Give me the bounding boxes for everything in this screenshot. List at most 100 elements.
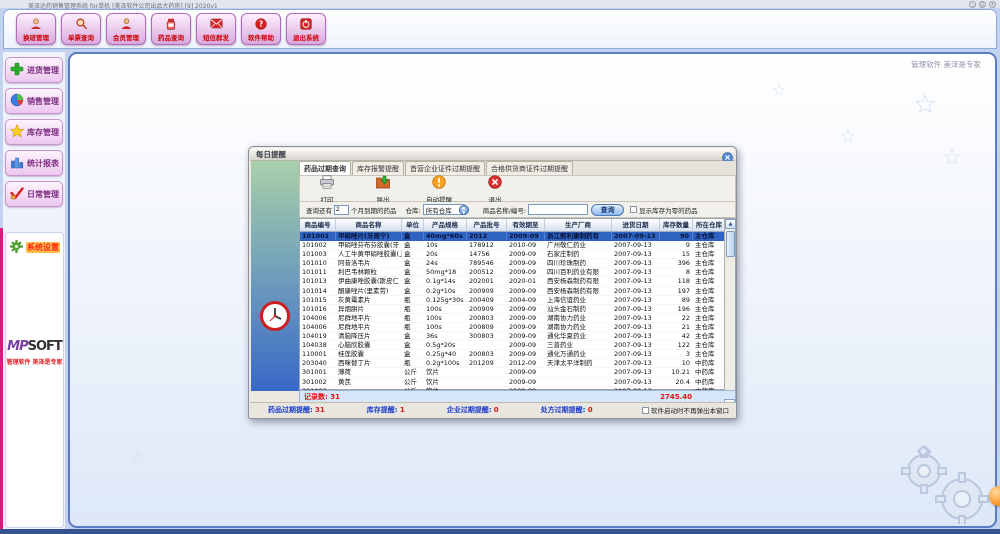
- tab-drug-expiry-query[interactable]: 药品过期查询: [299, 161, 351, 175]
- main-toolbar: 换班管理 单票查询 会员管理 药品查询 短信群发: [3, 9, 997, 49]
- dialog-status-bar: 药品过期提醒: 31 库存提醒: 1 企业过期提醒: 0 处方过期提醒: 0 软…: [250, 402, 735, 417]
- export-button[interactable]: 导出: [366, 174, 400, 204]
- zero-stock-checkbox[interactable]: [630, 206, 637, 213]
- stock-sum: 2745.40: [628, 393, 692, 401]
- print-button[interactable]: 打印: [310, 174, 344, 204]
- star-decoration: [130, 450, 146, 466]
- dialog-content: 药品过期查询 库存报警提醒 首营企业证件过期提醒 合格供货商证件过期提醒 打印 …: [299, 161, 736, 404]
- table-row[interactable]: 101013 伊曲康唑胶囊(斯皮仁 盒 0.1g*14s 202001 2020…: [300, 277, 725, 286]
- column-header[interactable]: 产品规格: [424, 219, 467, 231]
- dialog-side-strip: [251, 161, 299, 391]
- status-item: 库存提醒: 1: [367, 405, 405, 415]
- sidebar-item-label: 日常管理: [27, 189, 59, 200]
- table-row[interactable]: 104006 尼群地平片 瓶 100s 200809 2009-09 湖南协力药…: [300, 323, 725, 332]
- star-decoration: [773, 84, 785, 96]
- sidebar-item-label: 库存管理: [27, 127, 59, 138]
- column-header[interactable]: 商品编号: [300, 219, 336, 231]
- scroll-up-icon[interactable]: ▲: [725, 219, 736, 229]
- logo-mp-text: MP: [7, 339, 27, 354]
- plus-icon: [10, 61, 24, 80]
- column-header[interactable]: 生产厂商: [545, 219, 612, 231]
- sidebar-panel: 系统设置 MPSOFT 管理软件 美泽是专家: [5, 232, 64, 528]
- toolbar-button-label: 短信群发: [203, 32, 229, 42]
- sidebar-item-purchase[interactable]: 进货管理: [5, 57, 63, 83]
- query-button[interactable]: 查询: [591, 204, 624, 216]
- close-button[interactable]: ×: [989, 1, 996, 8]
- column-header[interactable]: 产品批号: [467, 219, 507, 231]
- spinner-icon[interactable]: ▲▼: [459, 205, 469, 215]
- column-header[interactable]: 进货日期: [612, 219, 660, 231]
- table-body: 101001 甲硝唑片(牙周宁) 盒 40mg*60s 2012 2009-09…: [300, 232, 725, 390]
- filter-row: 查询还有 个月到期的药品 仓库: 所有仓库 ▲▼ 商品名称/编号: 查询 显示库…: [299, 202, 736, 218]
- daily-reminder-dialog: 每日提醒 药品过期查询 库存报警提醒 首营企业证件过期提醒 合格供货商证件过期提…: [248, 146, 737, 419]
- medicine-bottle-icon: [165, 17, 177, 31]
- table-row[interactable]: 203040 西咪替丁片 瓶 0.2g*100s 201209 2012-09 …: [300, 359, 725, 368]
- table-row[interactable]: 301002 黄芪 公斤 饮片 2009-09 2007-09-13 20.4 …: [300, 378, 725, 387]
- table-row[interactable]: 104006 尼群地平片 瓶 100s 200803 2009-09 湖南协力药…: [300, 314, 725, 323]
- exit-icon: [488, 174, 502, 193]
- column-header[interactable]: 所在仓库: [693, 219, 726, 231]
- vertical-scrollbar[interactable]: ▲: [724, 219, 735, 390]
- table-row[interactable]: 101001 甲硝唑片(牙周宁) 盒 40mg*60s 2012 2009-09…: [300, 232, 725, 241]
- toolbar-button-shift-management[interactable]: 换班管理: [16, 13, 56, 45]
- toolbar-button-exit-system[interactable]: 退出系统: [286, 13, 326, 45]
- dialog-exit-button[interactable]: 退出: [478, 174, 512, 204]
- toolbar-button-label: 单票查询: [68, 32, 94, 42]
- table-row[interactable]: 104038 心脑欣胶囊 盒 0.5g*20s 2009-09 三普药业 200…: [300, 341, 725, 350]
- startup-checkbox[interactable]: [642, 407, 649, 414]
- column-header[interactable]: 库存数量: [660, 219, 693, 231]
- status-items: 药品过期提醒: 31 库存提醒: 1 企业过期提醒: 0 处方过期提醒: 0: [268, 405, 593, 415]
- warehouse-label: 仓库:: [406, 205, 421, 215]
- table-row[interactable]: 101014 酮康唑片(里素劳) 盒 0.2g*10s 200909 2009-…: [300, 287, 725, 296]
- sidebar-item-reports[interactable]: 统计报表: [5, 150, 63, 176]
- logo-tagline: 管理软件 美泽是专家: [6, 357, 63, 366]
- column-header[interactable]: 商品名称: [336, 219, 402, 231]
- dialog-titlebar[interactable]: 每日提醒: [250, 148, 735, 161]
- table-row[interactable]: 301001 薄荷 公斤 饮片 2009-09 2007-09-13 10.21…: [300, 368, 725, 377]
- warehouse-select[interactable]: 所有仓库 ▲▼: [423, 204, 465, 215]
- gear-icon: [10, 238, 23, 257]
- table-row[interactable]: 104019 清脑降压片 盒 36s 300803 2009-09 通化华夏药业…: [300, 332, 725, 341]
- table-row[interactable]: 101016 异烟肼片 瓶 100s 200909 2009-09 汕头金石制药…: [300, 305, 725, 314]
- toolbar-button-software-help[interactable]: ? 软件帮助: [241, 13, 281, 45]
- product-name-label: 商品名称/编号:: [483, 205, 526, 215]
- table-row[interactable]: 101002 甲硝唑芬布芬胶囊(牙 盒 10s 178912 2010-09 广…: [300, 241, 725, 250]
- table-row[interactable]: 101003 人工牛黄甲硝唑胶囊(上 盒 20s 14756 2009-09 石…: [300, 250, 725, 259]
- sidebar-item-daily[interactable]: 日常管理: [5, 181, 63, 207]
- svg-text:?: ?: [259, 19, 263, 28]
- desktop: 美泽达药销售管理系统 for单机 [美泽软件公司出品大药房] [9] 2020v…: [0, 0, 1000, 534]
- toolbar-button-label: 药品查询: [158, 32, 184, 42]
- maximize-button[interactable]: □: [979, 1, 986, 8]
- clock-icon: [260, 301, 290, 335]
- auto-remind-button[interactable]: 自动提醒: [422, 174, 456, 204]
- workspace-watermark: 管理软件 美泽是专家: [911, 59, 981, 70]
- expiry-table: 商品编号商品名称单位产品规格产品批号有效期至生产厂商进货日期库存数量所在仓库 1…: [299, 218, 736, 390]
- toolbar-button-member-management[interactable]: 会员管理: [106, 13, 146, 45]
- minimize-button[interactable]: –: [969, 1, 976, 8]
- dialog-title: 每日提醒: [250, 149, 286, 160]
- power-icon: [300, 17, 312, 31]
- scrollbar-thumb[interactable]: [726, 231, 735, 257]
- table-row[interactable]: 110001 桂莲胶囊 盒 0.25g*40 200803 2009-09 通化…: [300, 350, 725, 359]
- sidebar-item-settings[interactable]: 系统设置: [6, 233, 63, 257]
- toolbar-button-sms-broadcast[interactable]: 短信群发: [196, 13, 236, 45]
- toolbar-button-drug-query[interactable]: 药品查询: [151, 13, 191, 45]
- alert-icon: [432, 174, 446, 193]
- gears-decoration: [879, 439, 989, 524]
- sidebar-item-sales[interactable]: 销售管理: [5, 88, 63, 114]
- table-row[interactable]: 101015 灰黄霉素片 瓶 0.125g*30s 200409 2004-09…: [300, 296, 725, 305]
- column-header[interactable]: 单位: [402, 219, 424, 231]
- brand-logo: MPSOFT 管理软件 美泽是专家: [6, 335, 63, 366]
- sidebar: 进货管理 销售管理 库存管理 统计报表 日常管理 系统设置 MPSOFT 管理软…: [3, 52, 65, 530]
- months-input[interactable]: [334, 205, 349, 215]
- table-row[interactable]: 101011 利巴韦林颗粒 盒 50mg*18 200512 2009-09 四…: [300, 268, 725, 277]
- star-decoration: [841, 129, 855, 143]
- table-row[interactable]: 101010 阿昔洛韦片 盒 24s 789546 2009-09 四川珍珠制药…: [300, 259, 725, 268]
- column-header[interactable]: 有效期至: [507, 219, 545, 231]
- product-name-input[interactable]: [528, 204, 588, 215]
- dialog-close-icon[interactable]: [722, 148, 733, 159]
- window-bottom-edge: [0, 529, 1000, 534]
- sidebar-item-inventory[interactable]: 库存管理: [5, 119, 63, 145]
- toolbar-button-ticket-query[interactable]: 单票查询: [61, 13, 101, 45]
- startup-checkbox-row[interactable]: 软件启动时不再弹出本窗口: [642, 405, 735, 415]
